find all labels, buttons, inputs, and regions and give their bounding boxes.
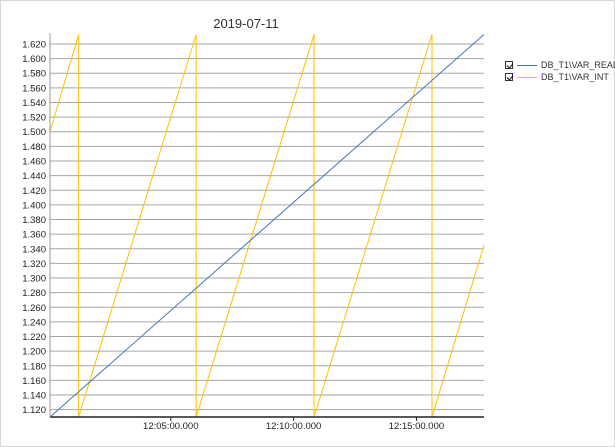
- legend-swatch-var-int: [517, 76, 537, 78]
- y-tick-label: 1.500: [22, 127, 46, 138]
- legend-swatch-var-real: [517, 64, 537, 66]
- legend-checkbox-var-real[interactable]: [505, 61, 513, 69]
- legend-item-var-int[interactable]: DB_T1\VAR_INT: [505, 71, 615, 83]
- y-tick-label: 1.440: [22, 171, 46, 182]
- series-line-0: [49, 34, 485, 418]
- y-tick-label: 1.240: [22, 317, 46, 328]
- y-tick-label: 1.120: [22, 405, 46, 416]
- y-tick-label: 1.520: [22, 113, 46, 124]
- x-tick-label: 12:05:00.000: [143, 421, 198, 432]
- x-axis-ticks: 12:05:00.000 12:10:00.000 12:15:00.000: [143, 417, 444, 432]
- legend-checkbox-var-int[interactable]: [505, 73, 513, 81]
- x-tick-label: 12:15:00.000: [389, 421, 444, 432]
- y-tick-label: 1.480: [22, 142, 46, 153]
- y-tick-label: 1.620: [22, 39, 46, 50]
- y-axis-ticks: 1.120 1.140 1.160 1.180 1.200 1.220 1.240 1.260…: [22, 39, 46, 416]
- y-tick-label: 1.280: [22, 288, 46, 299]
- y-tick-label: 1.200: [22, 347, 46, 358]
- x-tick-label: 12:10:00.000: [266, 421, 321, 432]
- y-tick-label: 1.560: [22, 83, 46, 94]
- legend-label-var-real: DB_T1\VAR_REAL: [541, 60, 615, 70]
- y-tick-label: 1.360: [22, 230, 46, 241]
- y-tick-label: 1.380: [22, 215, 46, 226]
- y-tick-label: 1.420: [22, 186, 46, 197]
- y-tick-label: 1.160: [22, 376, 46, 387]
- legend-item-var-real[interactable]: DB_T1\VAR_REAL: [505, 59, 615, 71]
- grid: [50, 43, 484, 411]
- y-tick-label: 1.140: [22, 391, 46, 402]
- y-tick-label: 1.340: [22, 244, 46, 255]
- y-tick-label: 1.180: [22, 361, 46, 372]
- y-tick-label: 1.320: [22, 259, 46, 270]
- y-tick-label: 1.580: [22, 69, 46, 80]
- y-tick-label: 1.220: [22, 332, 46, 343]
- y-tick-label: 1.460: [22, 157, 46, 168]
- legend: DB_T1\VAR_REAL DB_T1\VAR_INT: [505, 59, 615, 83]
- chart-title: 2019-07-11: [213, 16, 279, 31]
- y-tick-label: 1.260: [22, 303, 46, 314]
- series: [49, 34, 485, 418]
- y-tick-label: 1.600: [22, 54, 46, 65]
- legend-label-var-int: DB_T1\VAR_INT: [541, 72, 609, 82]
- y-tick-label: 1.400: [22, 200, 46, 211]
- y-tick-label: 1.300: [22, 274, 46, 285]
- y-tick-label: 1.540: [22, 98, 46, 109]
